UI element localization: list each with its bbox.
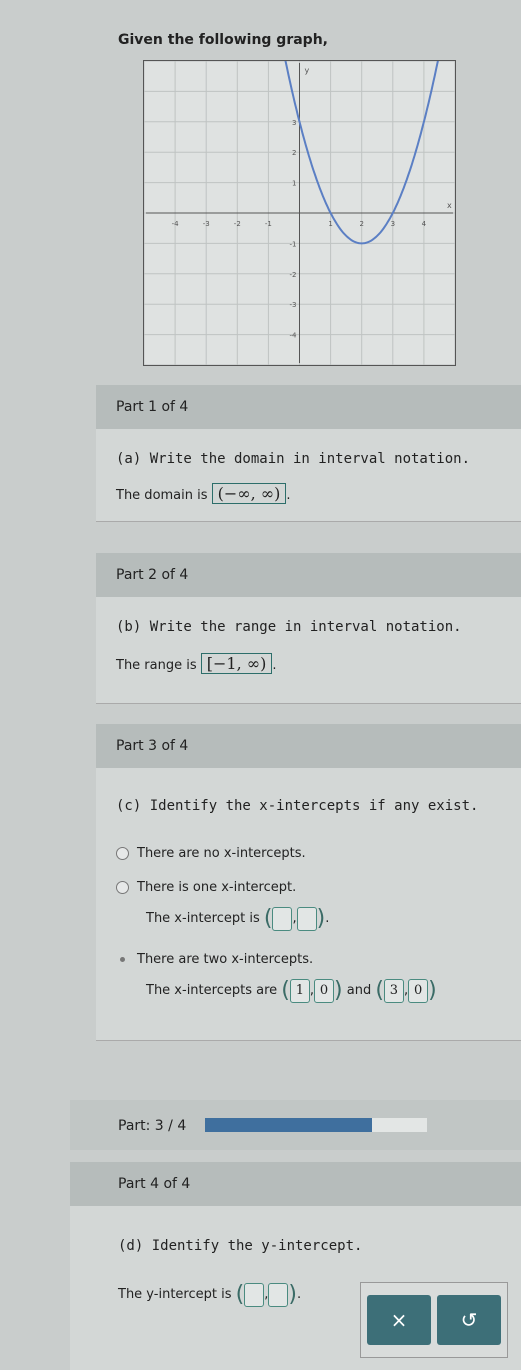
x-tick-label: 1 [328, 220, 332, 228]
radio-none[interactable] [116, 847, 129, 860]
option-one[interactable]: There is one x-intercept. [116, 880, 296, 895]
y-tick-label: -3 [290, 301, 297, 309]
p1y-input[interactable]: 0 [314, 978, 334, 1003]
y-tick-label: 3 [292, 119, 296, 127]
part2-section: (b) Write the range in interval notation… [96, 597, 521, 704]
button-panel: × ↺ [360, 1282, 508, 1358]
prompt: Given the following graph, [118, 32, 328, 48]
option-none[interactable]: There are no x-intercepts. [116, 846, 306, 861]
two-intercepts-label: The x-intercepts are [146, 983, 278, 998]
part3-section: (c) Identify the x-intercepts if any exi… [96, 768, 521, 1041]
progress-bar [205, 1118, 427, 1132]
y-tick-label: 2 [292, 149, 296, 157]
x-tick-label: 3 [391, 220, 395, 228]
option-one-label: There is one x-intercept. [137, 880, 297, 895]
y-tick-label: -2 [290, 271, 297, 279]
part3-question: (c) Identify the x-intercepts if any exi… [116, 798, 479, 814]
x-tick-label: -2 [234, 220, 241, 228]
part4-section: (d) Identify the y-intercept. The y-inte… [70, 1206, 521, 1370]
part2-question: (b) Write the range in interval notation… [116, 619, 462, 635]
radio-two-selected[interactable] [120, 957, 125, 962]
x-tick-label: -1 [265, 220, 272, 228]
part1-section: (a) Write the domain in interval notatio… [96, 429, 521, 522]
y-intercept-label: The y-intercept is [118, 1287, 232, 1302]
y-tick-label: -1 [290, 240, 297, 248]
domain-answer[interactable]: (−∞, ∞) [211, 483, 287, 504]
option-two-label: There are two x-intercepts. [137, 952, 314, 967]
range-answer[interactable]: [−1, ∞) [200, 653, 273, 674]
domain-label: The domain is [116, 488, 208, 503]
y-tick-label: 1 [292, 180, 296, 188]
x-tick-label: 2 [359, 220, 363, 228]
part1-question: (a) Write the domain in interval notatio… [116, 451, 471, 467]
one-x-input[interactable] [272, 906, 293, 931]
one-y-input[interactable] [296, 906, 317, 931]
one-intercept-label: The x-intercept is [146, 911, 260, 926]
option-two[interactable]: There are two x-intercepts. [116, 952, 313, 967]
yint-y-input[interactable] [268, 1282, 289, 1307]
x-tick-label: 4 [422, 220, 427, 228]
p2x-input[interactable]: 3 [383, 978, 404, 1003]
x-tick-label: -3 [203, 220, 210, 228]
undo-button[interactable]: ↺ [437, 1295, 501, 1345]
radio-one[interactable] [116, 881, 129, 894]
progress-fill [205, 1118, 372, 1132]
p1x-input[interactable]: 1 [289, 978, 310, 1003]
parabola-graph: -4 -3 -2 -1 1 2 3 4 -4 -3 -2 -1 1 2 3 x y [143, 60, 456, 366]
progress-label: Part: 3 / 4 [118, 1118, 187, 1134]
and-text: and [346, 983, 372, 998]
clear-button[interactable]: × [367, 1295, 431, 1345]
part4-question: (d) Identify the y-intercept. [118, 1238, 363, 1254]
progress-area: Part: 3 / 4 [70, 1100, 521, 1150]
y-tick-label: -4 [290, 332, 298, 340]
x-tick-label: -4 [172, 220, 180, 228]
part2-header: Part 2 of 4 [96, 553, 521, 597]
yint-x-input[interactable] [244, 1282, 265, 1307]
part1-header: Part 1 of 4 [96, 385, 521, 429]
x-axis-label: x [447, 201, 452, 210]
p2y-input[interactable]: 0 [408, 978, 429, 1003]
range-label: The range is [116, 658, 197, 673]
part3-header: Part 3 of 4 [96, 724, 521, 768]
option-none-label: There are no x-intercepts. [137, 846, 306, 861]
part4-header: Part 4 of 4 [70, 1162, 521, 1206]
y-axis-label: y [305, 66, 310, 75]
